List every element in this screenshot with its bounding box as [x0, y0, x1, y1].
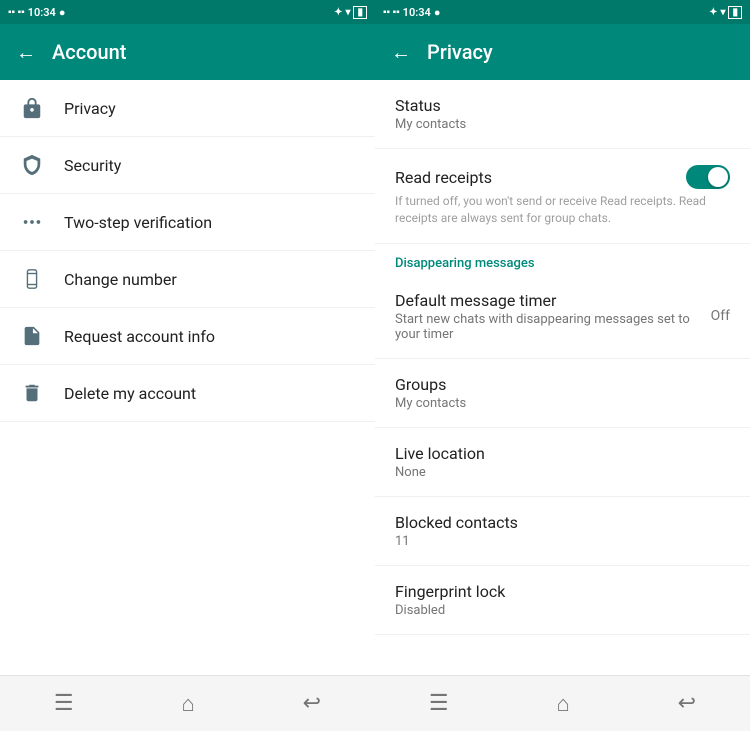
back-button-account[interactable]: ←: [16, 40, 36, 65]
privacy-item-blocked-contacts[interactable]: Blocked contacts 11: [375, 497, 750, 566]
trash-icon: [20, 381, 44, 405]
privacy-content: Status My contacts Read receipts If turn…: [375, 80, 750, 675]
privacy-panel: ▪▪ ▪▪ 10:34 ● ✦ ▾ ▮ ← Privacy Status My …: [375, 0, 750, 731]
privacy-item-timer[interactable]: Default message timer Start new chats wi…: [375, 275, 750, 359]
bt-icon: ✦: [334, 7, 342, 18]
wifi-icon: ▾: [345, 7, 350, 18]
security-label: Security: [64, 156, 121, 175]
groups-sub: My contacts: [395, 396, 730, 411]
time-privacy: 10:34: [403, 6, 431, 19]
status-title: Status: [395, 96, 730, 115]
privacy-item-status[interactable]: Status My contacts: [375, 80, 750, 149]
privacy-item-fingerprint[interactable]: Fingerprint lock Disabled: [375, 566, 750, 635]
wifi-icon-privacy: ▾: [720, 7, 725, 18]
blocked-contacts-title: Blocked contacts: [395, 513, 730, 532]
dot-icon-privacy: ●: [434, 6, 441, 19]
bt-icon-privacy: ✦: [709, 7, 717, 18]
menu-item-security[interactable]: Security: [0, 137, 375, 194]
home-nav-icon[interactable]: ⌂: [182, 691, 195, 717]
timer-text: Default message timer Start new chats wi…: [395, 291, 711, 342]
groups-title: Groups: [395, 375, 730, 394]
menu-item-change-number[interactable]: Change number: [0, 251, 375, 308]
menu-item-request-info[interactable]: Request account info: [0, 308, 375, 365]
status-bar-privacy: ▪▪ ▪▪ 10:34 ● ✦ ▾ ▮: [375, 0, 750, 24]
request-info-label: Request account info: [64, 327, 215, 346]
read-receipts-label: Read receipts: [395, 168, 492, 187]
signal-icons-privacy: ▪▪ ▪▪: [383, 7, 400, 18]
account-title: Account: [52, 40, 126, 64]
timer-sub: Start new chats with disappearing messag…: [395, 312, 711, 342]
read-receipts-title: Read receipts: [395, 168, 492, 187]
delete-account-label: Delete my account: [64, 384, 196, 403]
privacy-top-bar: ← Privacy: [375, 24, 750, 80]
home-nav-icon-privacy[interactable]: ⌂: [557, 691, 570, 717]
fingerprint-title: Fingerprint lock: [395, 582, 730, 601]
live-location-title: Live location: [395, 444, 730, 463]
back-nav-icon[interactable]: ↩: [303, 691, 321, 716]
status-sub: My contacts: [395, 117, 730, 132]
bottom-nav-account: ☰ ⌂ ↩: [0, 675, 375, 731]
menu-nav-icon-privacy[interactable]: ☰: [429, 691, 449, 716]
privacy-title: Privacy: [427, 40, 493, 64]
fingerprint-sub: Disabled: [395, 603, 730, 618]
account-top-bar: ← Account: [0, 24, 375, 80]
timer-title: Default message timer: [395, 291, 711, 310]
status-bar-account: ▪▪ ▪▪ 10:34 ● ✦ ▾ ▮: [0, 0, 375, 24]
dot-icon: ●: [59, 6, 66, 19]
privacy-item-read-receipts[interactable]: Read receipts If turned off, you won't s…: [375, 149, 750, 244]
lock-icon: [20, 96, 44, 120]
shield-icon: [20, 153, 44, 177]
signal-icons: ▪▪ ▪▪: [8, 7, 25, 18]
back-button-privacy[interactable]: ←: [391, 40, 411, 65]
doc-icon: [20, 324, 44, 348]
privacy-item-live-location[interactable]: Live location None: [375, 428, 750, 497]
read-receipts-toggle[interactable]: [686, 165, 730, 189]
two-step-label: Two-step verification: [64, 213, 212, 232]
back-nav-icon-privacy[interactable]: ↩: [678, 691, 696, 716]
time-account: 10:34: [28, 6, 56, 19]
read-receipts-row: Read receipts: [395, 165, 730, 189]
privacy-label: Privacy: [64, 99, 116, 118]
blocked-contacts-sub: 11: [395, 534, 730, 549]
section-disappearing: Disappearing messages: [375, 244, 750, 275]
menu-nav-icon[interactable]: ☰: [54, 691, 74, 716]
phone-icon: [20, 267, 44, 291]
change-number-label: Change number: [64, 270, 177, 289]
timer-row: Default message timer Start new chats wi…: [395, 291, 730, 342]
battery-icon-privacy: ▮: [728, 6, 742, 19]
menu-item-two-step[interactable]: Two-step verification: [0, 194, 375, 251]
menu-item-privacy[interactable]: Privacy: [0, 80, 375, 137]
live-location-sub: None: [395, 465, 730, 480]
dots-icon: [20, 210, 44, 234]
account-menu: Privacy Security Two-step verification: [0, 80, 375, 675]
read-receipts-desc: If turned off, you won't send or receive…: [395, 193, 730, 227]
account-panel: ▪▪ ▪▪ 10:34 ● ✦ ▾ ▮ ← Account Privacy: [0, 0, 375, 731]
timer-value: Off: [711, 308, 730, 324]
menu-item-delete-account[interactable]: Delete my account: [0, 365, 375, 422]
privacy-item-groups[interactable]: Groups My contacts: [375, 359, 750, 428]
bottom-nav-privacy: ☰ ⌂ ↩: [375, 675, 750, 731]
battery-icon: ▮: [353, 6, 367, 19]
